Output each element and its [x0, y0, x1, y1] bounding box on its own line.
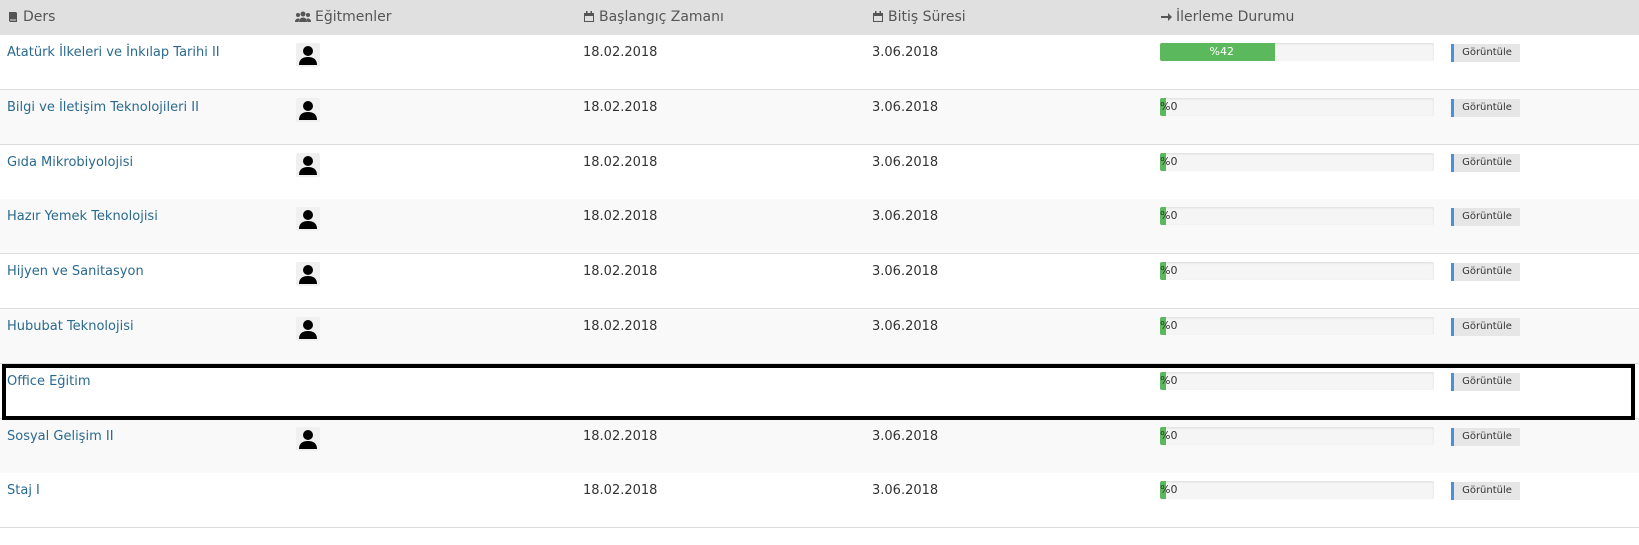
end-date: 3.06.2018 [872, 264, 939, 279]
row-highlight-box [2, 364, 1635, 420]
end-date: 3.06.2018 [872, 100, 939, 115]
progress-label: %0 [1160, 429, 1178, 442]
start-date: 18.02.2018 [583, 319, 658, 334]
view-button[interactable]: Görüntüle [1451, 318, 1520, 336]
progress-bar: %42 [1160, 43, 1434, 61]
end-date: 3.06.2018 [872, 429, 939, 444]
view-button[interactable]: Görüntüle [1451, 263, 1520, 281]
start-date: 18.02.2018 [583, 155, 658, 170]
end-date: 3.06.2018 [872, 319, 939, 334]
calendar-icon [584, 11, 594, 22]
progress-label: %0 [1160, 483, 1178, 496]
table-row: Sosyal Gelişim II 18.02.2018 3.06.2018 %0 Gö… [0, 419, 1639, 474]
course-link[interactable]: Atatürk İlkeleri ve İnkılap Tarihi II [7, 45, 220, 60]
progress-bar: %0 [1160, 481, 1434, 499]
end-date: 3.06.2018 [872, 483, 939, 498]
header-progress[interactable]: İlerleme Durumu [1160, 9, 1294, 25]
table-row: Gıda Mikrobiyolojisi 18.02.2018 3.06.2018%… [0, 145, 1639, 200]
progress-label: %0 [1160, 319, 1178, 332]
progress-label: %42 [1209, 45, 1234, 58]
instructor-avatar[interactable] [296, 317, 320, 341]
table-row: Staj I 18.02.2018 3.06.2018 %0 Görüntüle [0, 473, 1639, 528]
progress-label: %0 [1160, 209, 1178, 222]
table-row: Atatürk İlkeleri ve İnkılap Tarihi II 18.… [0, 35, 1639, 90]
start-date: 18.02.2018 [583, 45, 658, 60]
table-row: Hijyen ve Sanitasyon 18.02.2018 3.06.2018%… [0, 254, 1639, 309]
progress-bar: %0 [1160, 262, 1434, 280]
start-date: 18.02.2018 [583, 100, 658, 115]
table-row: Hububat Teknolojisi 18.02.2018 3.06.2018 %0… [0, 309, 1639, 364]
view-button[interactable]: Görüntüle [1451, 208, 1520, 226]
progress-bar: %0 [1160, 98, 1434, 116]
users-icon [295, 11, 311, 22]
course-link[interactable]: Hububat Teknolojisi [7, 319, 134, 334]
progress-label: %0 [1160, 100, 1178, 113]
course-link[interactable]: Hijyen ve Sanitasyon [7, 264, 144, 279]
instructor-avatar[interactable] [296, 43, 320, 67]
table-header: Ders Eğitmenler Başlangıç Zamanı Bitiş S… [0, 0, 1639, 35]
instructor-avatar[interactable] [296, 427, 320, 451]
course-link[interactable]: Bilgi ve İletişim Teknolojileri II [7, 100, 199, 115]
course-link[interactable]: Staj I [7, 483, 40, 498]
view-button[interactable]: Görüntüle [1451, 154, 1520, 172]
header-end[interactable]: Bitiş Süresi [872, 9, 966, 25]
progress-label: %0 [1160, 264, 1178, 277]
course-link[interactable]: Gıda Mikrobiyolojisi [7, 155, 133, 170]
header-course[interactable]: Ders [7, 9, 55, 25]
progress-bar: %0 [1160, 427, 1434, 445]
header-instructors[interactable]: Eğitmenler [295, 9, 392, 25]
view-button[interactable]: Görüntüle [1451, 99, 1520, 117]
end-date: 3.06.2018 [872, 209, 939, 224]
course-link[interactable]: Sosyal Gelişim II [7, 429, 114, 444]
start-date: 18.02.2018 [583, 209, 658, 224]
start-date: 18.02.2018 [583, 483, 658, 498]
table-row: Bilgi ve İletişim Teknolojileri II 18.02.… [0, 90, 1639, 145]
view-button[interactable]: Görüntüle [1451, 482, 1520, 500]
table-row: Hazır Yemek Teknolojisi 18.02.2018 3.06.20… [0, 199, 1639, 254]
end-date: 3.06.2018 [872, 155, 939, 170]
start-date: 18.02.2018 [583, 264, 658, 279]
progress-bar: %0 [1160, 153, 1434, 171]
arrow-right-icon [1161, 13, 1172, 21]
instructor-avatar[interactable] [296, 262, 320, 286]
view-button[interactable]: Görüntüle [1451, 44, 1520, 62]
instructor-avatar[interactable] [296, 98, 320, 122]
calendar-icon [873, 11, 883, 22]
progress-label: %0 [1160, 155, 1178, 168]
progress-bar: %0 [1160, 207, 1434, 225]
instructor-avatar[interactable] [296, 153, 320, 177]
view-button[interactable]: Görüntüle [1451, 428, 1520, 446]
course-link[interactable]: Hazır Yemek Teknolojisi [7, 209, 158, 224]
start-date: 18.02.2018 [583, 429, 658, 444]
book-icon [9, 12, 17, 22]
instructor-avatar[interactable] [296, 207, 320, 231]
end-date: 3.06.2018 [872, 45, 939, 60]
progress-bar: %0 [1160, 317, 1434, 335]
header-start[interactable]: Başlangıç Zamanı [583, 9, 724, 25]
